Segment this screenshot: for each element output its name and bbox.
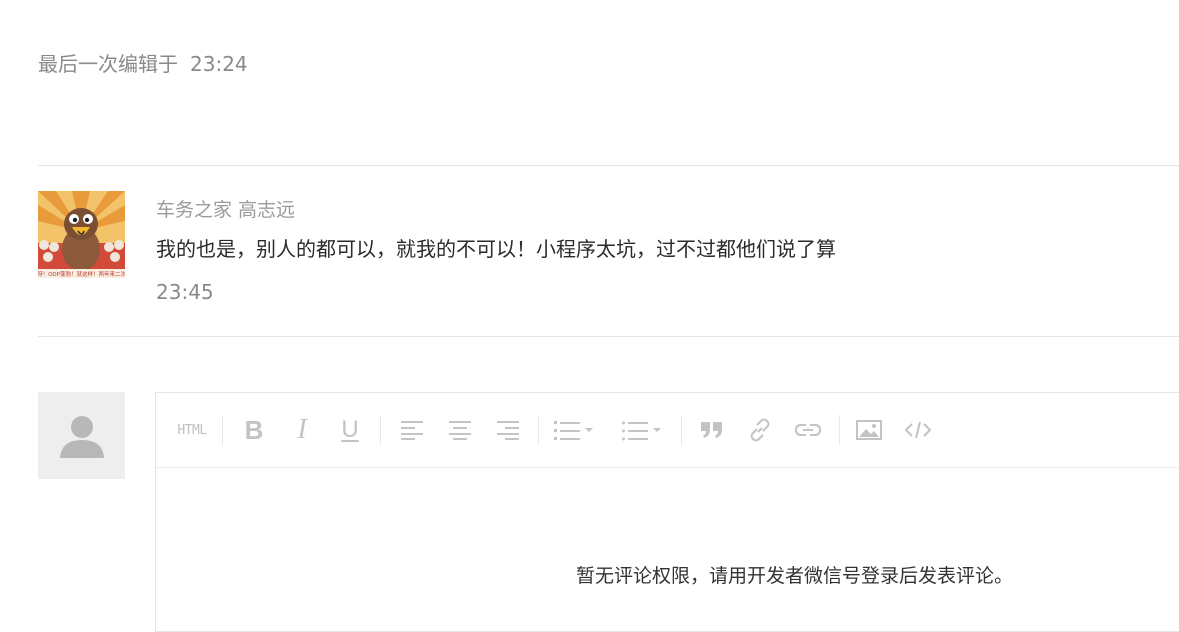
toolbar-separator bbox=[839, 415, 840, 445]
html-button[interactable]: HTML bbox=[176, 416, 208, 444]
user-avatar-placeholder bbox=[38, 392, 125, 479]
align-left-button[interactable] bbox=[398, 416, 426, 444]
code-icon bbox=[904, 421, 932, 439]
code-button[interactable] bbox=[902, 416, 934, 444]
last-edited-label: 最后一次编辑于 bbox=[38, 52, 178, 76]
align-right-button[interactable] bbox=[494, 416, 522, 444]
ordered-list-icon bbox=[554, 421, 593, 440]
comment-content: 我的也是，别人的都可以，就我的不可以！小程序太坑，过不过都他们说了算 bbox=[156, 237, 836, 261]
link-button[interactable] bbox=[746, 416, 774, 444]
align-left-icon bbox=[401, 421, 423, 440]
toolbar-separator bbox=[380, 415, 381, 445]
ordered-list-dropdown[interactable] bbox=[554, 416, 596, 444]
bullet-list-dropdown[interactable] bbox=[622, 416, 664, 444]
cartoon-bird-avatar-image: 酷我呀！ODP蓬勃！就这样！两年来二次元！ bbox=[38, 191, 125, 278]
user-icon bbox=[59, 415, 104, 458]
divider bbox=[38, 165, 1179, 166]
quote-icon bbox=[701, 422, 722, 438]
no-permission-message: 暂无评论权限，请用开发者微信号登录后发表评论。 bbox=[576, 565, 1014, 587]
divider bbox=[38, 336, 1179, 337]
blockquote-button[interactable] bbox=[698, 416, 726, 444]
unlink-button[interactable] bbox=[794, 416, 822, 444]
bold-button[interactable]: B bbox=[240, 415, 268, 445]
editor-toolbar: HTML B I U bbox=[156, 393, 1179, 468]
toolbar-separator bbox=[681, 415, 682, 445]
align-right-icon bbox=[497, 421, 519, 440]
underline-button[interactable]: U bbox=[336, 416, 364, 444]
last-edited-time: 23:24 bbox=[190, 52, 248, 76]
toolbar-separator bbox=[538, 415, 539, 445]
link-icon bbox=[750, 418, 770, 442]
last-edited-info: 最后一次编辑于 23:24 bbox=[38, 48, 248, 77]
image-icon bbox=[856, 420, 882, 440]
avatar-caption: 酷我呀！ODP蓬勃！就这样！两年来二次元！ bbox=[38, 270, 125, 278]
avatar[interactable]: 酷我呀！ODP蓬勃！就这样！两年来二次元！ bbox=[38, 191, 125, 278]
align-center-icon bbox=[449, 421, 471, 440]
bullet-list-icon bbox=[622, 421, 661, 441]
comment-time: 23:45 bbox=[156, 280, 214, 304]
insert-image-button[interactable] bbox=[855, 416, 883, 444]
align-center-button[interactable] bbox=[446, 416, 474, 444]
italic-button[interactable]: I bbox=[288, 414, 316, 445]
unlink-icon bbox=[794, 424, 822, 436]
toolbar-separator bbox=[222, 415, 223, 445]
comment-editor[interactable]: HTML B I U 暂无评论权限，请用开发者微信号登录后发表评论。 bbox=[155, 392, 1179, 632]
comment-author[interactable]: 车务之家 高志远 bbox=[156, 195, 295, 222]
